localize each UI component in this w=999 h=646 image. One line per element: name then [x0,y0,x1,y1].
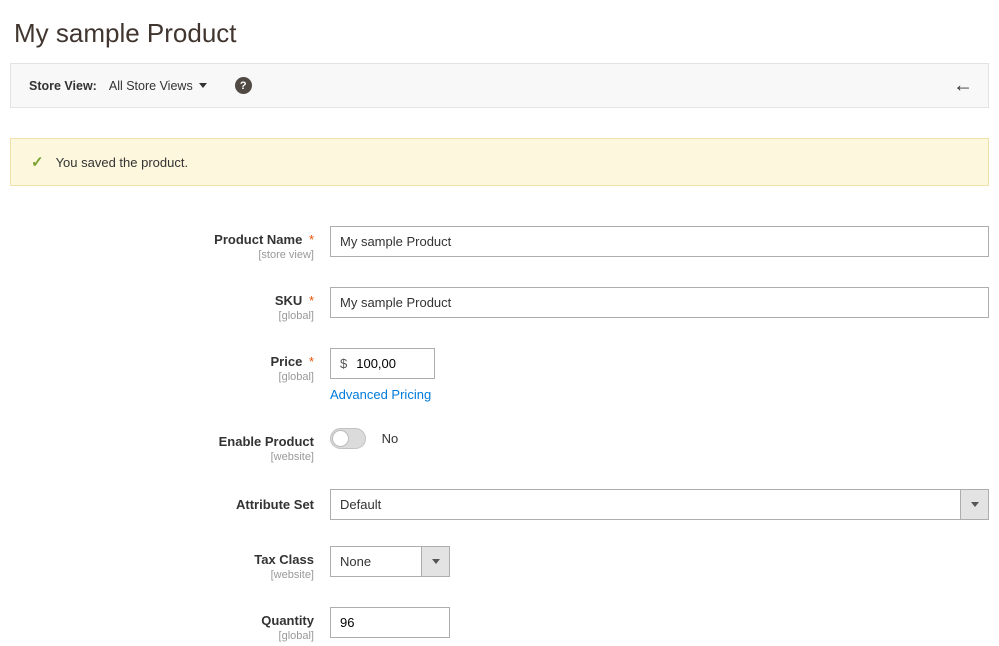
control-col: No [330,428,989,449]
scope-price: [global] [10,371,314,383]
scope-quantity: [global] [10,630,314,642]
store-view-selected: All Store Views [109,79,193,93]
label-col: Attribute Set [10,489,330,512]
caret-down-icon [971,502,979,507]
product-form: Product Name * [store view] SKU * [globa… [0,226,999,642]
store-view-dropdown[interactable]: All Store Views [109,79,207,93]
success-message: You saved the product. [56,155,189,170]
control-col [330,226,989,257]
quantity-input[interactable] [330,607,450,638]
field-row-enable-product: Enable Product [website] No [10,428,989,463]
label-col: SKU * [global] [10,287,330,322]
label-col: Tax Class [website] [10,546,330,581]
tax-class-value: None [331,547,421,576]
enable-product-state: No [382,431,399,446]
scope-sku: [global] [10,310,314,322]
label-enable-product: Enable Product [219,434,314,449]
store-view-label: Store View: [29,79,97,93]
label-col: Price * [global] [10,348,330,383]
required-asterisk: * [309,354,314,369]
field-row-attribute-set: Attribute Set Default [10,489,989,520]
enable-product-toggle[interactable] [330,428,366,449]
store-view-bar: Store View: All Store Views ? ← [10,63,989,108]
label-sku: SKU [275,293,302,308]
field-row-price: Price * [global] $ Advanced Pricing [10,348,989,402]
back-arrow-icon[interactable]: ← [953,74,973,97]
label-price: Price [271,354,303,369]
scope-tax-class: [website] [10,569,314,581]
scope-enable-product: [website] [10,451,314,463]
sku-input[interactable] [330,287,989,318]
required-asterisk: * [309,232,314,247]
label-quantity: Quantity [261,613,314,628]
tax-class-select[interactable]: None [330,546,450,577]
price-input-wrap: $ [330,348,435,379]
advanced-pricing-link[interactable]: Advanced Pricing [330,387,989,402]
select-caret [421,547,449,576]
select-caret [960,490,988,519]
success-banner: ✓ You saved the product. [10,138,989,186]
field-row-product-name: Product Name * [store view] [10,226,989,261]
caret-down-icon [432,559,440,564]
label-col: Enable Product [website] [10,428,330,463]
control-col: Default [330,489,989,520]
label-product-name: Product Name [214,232,302,247]
label-col: Product Name * [store view] [10,226,330,261]
field-row-quantity: Quantity [global] [10,607,989,642]
control-col [330,607,989,638]
caret-down-icon [199,83,207,88]
label-tax-class: Tax Class [254,552,314,567]
attribute-set-select[interactable]: Default [330,489,989,520]
control-col: $ Advanced Pricing [330,348,989,402]
scope-product-name: [store view] [10,249,314,261]
control-col: None [330,546,989,577]
check-icon: ✓ [31,153,44,171]
price-input[interactable] [356,349,434,378]
page-title: My sample Product [0,0,999,63]
product-name-input[interactable] [330,226,989,257]
currency-symbol: $ [331,349,356,378]
help-icon[interactable]: ? [235,77,252,94]
control-col [330,287,989,318]
attribute-set-value: Default [331,490,960,519]
label-attribute-set: Attribute Set [236,497,314,512]
required-asterisk: * [309,293,314,308]
label-col: Quantity [global] [10,607,330,642]
toggle-knob [332,430,349,447]
field-row-sku: SKU * [global] [10,287,989,322]
field-row-tax-class: Tax Class [website] None [10,546,989,581]
